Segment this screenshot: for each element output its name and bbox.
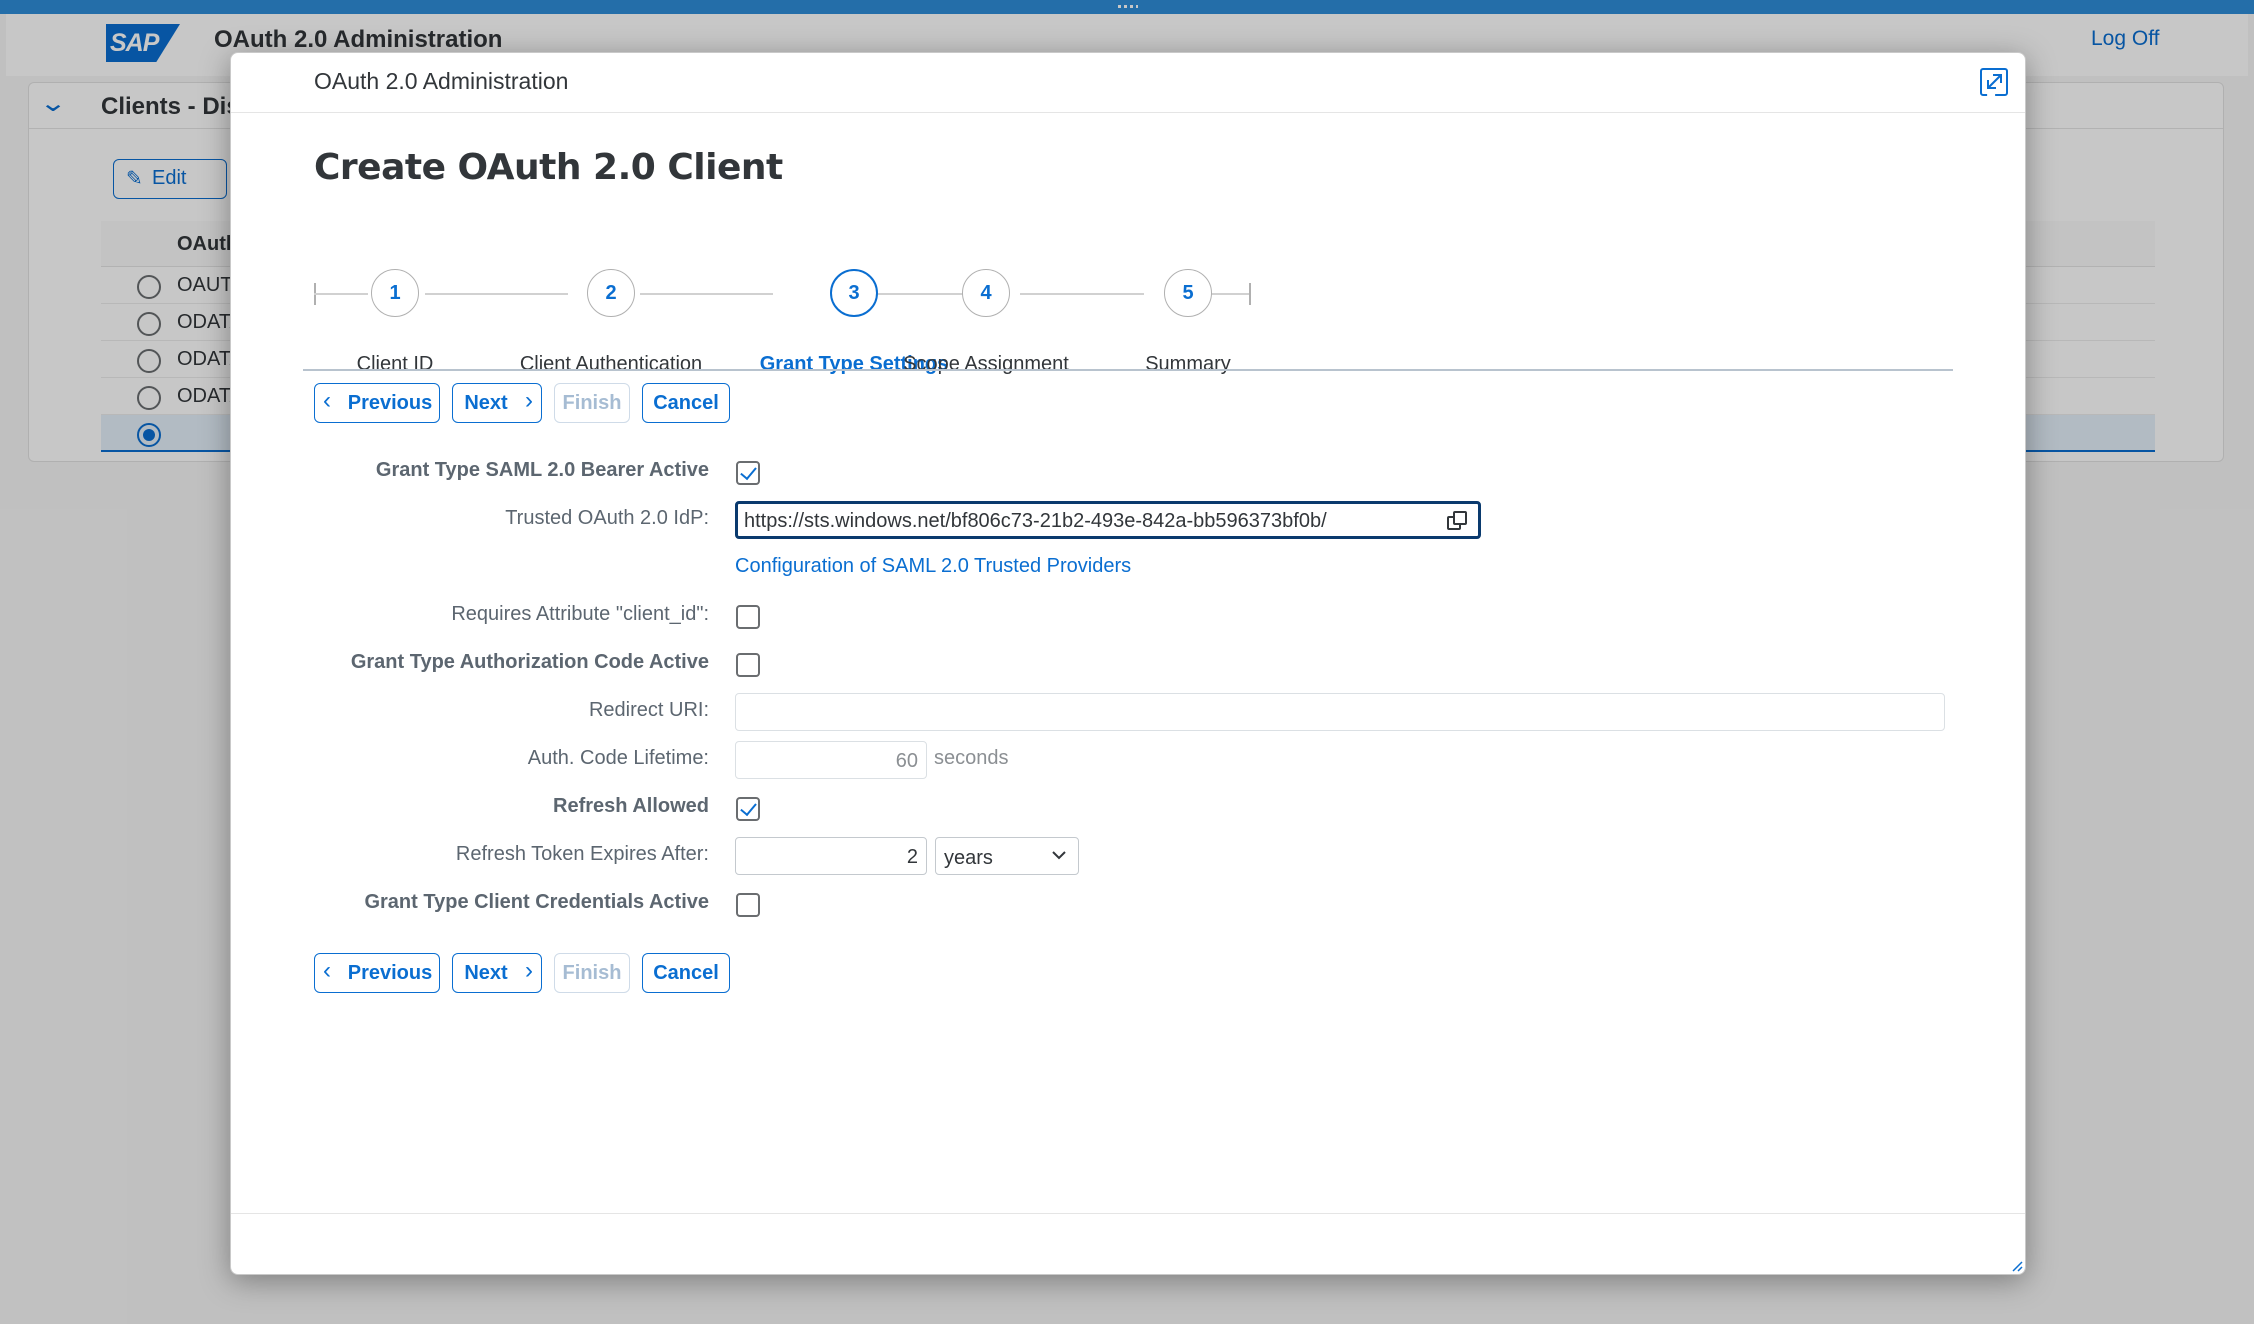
requires-client-id-checkbox[interactable] [736, 605, 760, 629]
step-4-circle[interactable]: 4 [962, 269, 1010, 317]
step-1-circle[interactable]: 1 [371, 269, 419, 317]
auth-code-lifetime-label: Auth. Code Lifetime: [527, 747, 709, 769]
finish-button: Finish [554, 383, 630, 423]
wizard-progress: 1 2 3 4 5 Client ID Client Authenticatio… [314, 243, 1394, 375]
progress-line [425, 293, 568, 295]
step-5-label[interactable]: Summary [1145, 353, 1231, 376]
saml-bearer-checkbox[interactable] [736, 461, 760, 485]
previous-button[interactable]: ‹ Previous [314, 953, 440, 993]
chevron-right-icon: › [525, 957, 533, 984]
redirect-uri-label: Redirect URI: [588, 699, 709, 721]
auth-code-lifetime-input[interactable]: 60 [735, 741, 927, 779]
resize-handle-icon[interactable] [2011, 1260, 2023, 1272]
step-3-circle[interactable]: 3 [830, 269, 878, 317]
create-client-dialog: OAuth 2.0 Administration Create OAuth 2.… [230, 52, 2026, 1275]
cancel-button[interactable]: Cancel [642, 953, 730, 993]
step-5-circle[interactable]: 5 [1164, 269, 1212, 317]
dialog-header: OAuth 2.0 Administration [231, 53, 2025, 113]
refresh-expires-input[interactable]: 2 [735, 837, 927, 875]
saml-config-link[interactable]: Configuration of SAML 2.0 Trusted Provid… [735, 555, 1131, 578]
trusted-idp-input[interactable]: https://sts.windows.net/bf806c73-21b2-49… [735, 501, 1481, 539]
previous-button[interactable]: ‹ Previous [314, 383, 440, 423]
dropdown-arrow-icon [1052, 851, 1066, 860]
finish-button: Finish [554, 953, 630, 993]
auth-code-lifetime-unit: seconds [934, 747, 1009, 769]
progress-line [1020, 293, 1144, 295]
trusted-idp-label: Trusted OAuth 2.0 IdP: [505, 507, 709, 529]
expand-icon[interactable] [1979, 67, 2009, 97]
steps-divider [303, 369, 1953, 371]
copy-icon[interactable] [1446, 510, 1468, 532]
progress-line [640, 293, 773, 295]
auth-code-label: Grant Type Authorization Code Active [350, 651, 709, 673]
auth-code-checkbox[interactable] [736, 653, 760, 677]
cancel-button[interactable]: Cancel [642, 383, 730, 423]
next-button[interactable]: Next › [452, 953, 542, 993]
refresh-allowed-label: Refresh Allowed [553, 795, 709, 817]
next-button[interactable]: Next › [452, 383, 542, 423]
refresh-expires-unit-select[interactable]: years [935, 837, 1079, 875]
refresh-expires-label: Refresh Token Expires After: [455, 843, 709, 865]
chevron-right-icon: › [525, 387, 533, 414]
dialog-footer [231, 1213, 2025, 1214]
wizard-title: Create OAuth 2.0 Client [314, 147, 783, 188]
step-4-label[interactable]: Scope Assignment [903, 353, 1069, 376]
chevron-left-icon: ‹ [323, 387, 331, 414]
redirect-uri-input[interactable] [735, 693, 1945, 731]
step-1-label[interactable]: Client ID [357, 353, 434, 376]
requires-client-id-label: Requires Attribute "client_id": [451, 603, 709, 625]
progress-line [314, 293, 368, 295]
client-credentials-checkbox[interactable] [736, 893, 760, 917]
refresh-allowed-checkbox[interactable] [736, 797, 760, 821]
step-2-circle[interactable]: 2 [587, 269, 635, 317]
client-credentials-label: Grant Type Client Credentials Active [364, 891, 709, 913]
dialog-title: OAuth 2.0 Administration [314, 68, 569, 94]
chevron-left-icon: ‹ [323, 957, 331, 984]
progress-end-cap [1249, 283, 1251, 305]
step-2-label[interactable]: Client Authentication [520, 353, 702, 376]
saml-bearer-label: Grant Type SAML 2.0 Bearer Active [375, 459, 709, 481]
